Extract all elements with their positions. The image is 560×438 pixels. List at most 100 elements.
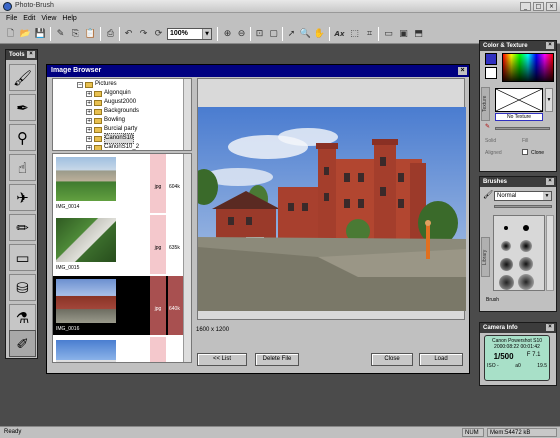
- tree-scrollbar[interactable]: [183, 79, 191, 150]
- clone-checkbox[interactable]: [522, 149, 528, 155]
- expand-icon[interactable]: +: [86, 135, 92, 142]
- zoom-fit-icon[interactable]: ⊡: [253, 28, 266, 40]
- foreground-color-swatch[interactable]: [485, 53, 497, 65]
- eraser-tool-icon[interactable]: ▭: [9, 244, 36, 271]
- zoom-select[interactable]: 100% ▼: [167, 28, 212, 40]
- open-folder-icon[interactable]: 📂: [19, 28, 32, 40]
- option-aligned[interactable]: Aligned: [485, 150, 502, 156]
- layer-icon[interactable]: ▣: [397, 28, 410, 40]
- brush-tool-icon[interactable]: 🖌: [9, 64, 36, 91]
- tools-panel-title: Tools ×: [6, 50, 37, 60]
- brush-preset[interactable]: [498, 220, 514, 236]
- tree-item-bowling[interactable]: + Bowling: [86, 116, 125, 125]
- chevron-down-icon[interactable]: ▼: [545, 88, 553, 112]
- brush-preset[interactable]: [498, 256, 514, 272]
- expand-icon[interactable]: +: [86, 90, 92, 97]
- pen-tool-icon[interactable]: ✒: [9, 94, 36, 121]
- menu-view[interactable]: View: [41, 13, 56, 24]
- tree-item-pictures[interactable]: − Pictures: [77, 80, 117, 89]
- tree-item-canons10-2[interactable]: + CanonS10_2: [86, 143, 139, 150]
- brush-library-scrollbar[interactable]: [546, 215, 554, 291]
- magnifier-icon[interactable]: 🔍: [299, 28, 312, 40]
- minimize-button[interactable]: _: [520, 2, 531, 11]
- refresh-icon[interactable]: ⟳: [152, 28, 165, 40]
- paste-icon[interactable]: 📋: [84, 28, 97, 40]
- background-color-swatch[interactable]: [485, 67, 497, 79]
- chevron-down-icon[interactable]: ▼: [543, 192, 551, 200]
- expand-icon[interactable]: +: [86, 144, 92, 150]
- bucket-tool-icon[interactable]: ⛁: [9, 274, 36, 301]
- print-icon[interactable]: ⎙: [104, 28, 117, 40]
- brush-preset[interactable]: [518, 274, 534, 290]
- brush-preset[interactable]: [498, 274, 514, 290]
- pencil-tool-icon[interactable]: ✐: [9, 330, 36, 357]
- menu-bar: File Edit View Help: [0, 13, 560, 24]
- save-icon[interactable]: 💾: [34, 28, 47, 40]
- thumbnail-item[interactable]: jpg 436k: [53, 337, 185, 362]
- marquee-select-icon[interactable]: ⬚: [348, 28, 361, 40]
- expand-icon[interactable]: +: [86, 117, 92, 124]
- color-spectrum-picker[interactable]: [502, 53, 554, 82]
- frame-icon[interactable]: ⬒: [412, 28, 425, 40]
- chevron-down-icon[interactable]: ▼: [202, 29, 211, 39]
- new-file-icon[interactable]: 🗋: [4, 28, 17, 40]
- zoom-in-icon[interactable]: ⊕: [221, 28, 234, 40]
- close-icon[interactable]: ×: [546, 42, 554, 49]
- crop-icon[interactable]: ⌗: [363, 28, 376, 40]
- close-icon[interactable]: ×: [546, 324, 554, 331]
- list-button[interactable]: << List: [197, 353, 247, 366]
- edit-icon[interactable]: ✎: [54, 28, 67, 40]
- brush-size-slider[interactable]: [494, 205, 552, 208]
- copy-icon[interactable]: ⎘: [69, 28, 82, 40]
- tab-texture[interactable]: Texture: [481, 87, 490, 121]
- maximize-button[interactable]: □: [533, 2, 544, 11]
- close-icon[interactable]: ×: [458, 67, 467, 75]
- tree-item-algonquin[interactable]: + Algonquin: [86, 89, 131, 98]
- thumbnail-scrollbar[interactable]: [183, 154, 191, 362]
- airbrush-tool-icon[interactable]: ✈: [9, 184, 36, 211]
- texture-preview[interactable]: [495, 88, 543, 112]
- stamp-tool-icon[interactable]: ⚲: [9, 124, 36, 151]
- expand-icon[interactable]: +: [86, 108, 92, 115]
- brush-preset[interactable]: [498, 238, 514, 254]
- menu-edit[interactable]: Edit: [23, 13, 35, 24]
- expand-icon[interactable]: +: [86, 99, 92, 106]
- crayon-tool-icon[interactable]: ✏: [9, 214, 36, 241]
- undo-icon[interactable]: ↶: [122, 28, 135, 40]
- tab-library[interactable]: Library: [481, 237, 490, 277]
- close-icon[interactable]: ×: [27, 51, 35, 58]
- tree-item-august2000[interactable]: + August2000: [86, 98, 136, 107]
- text-icon[interactable]: Ax: [333, 28, 346, 40]
- load-button[interactable]: Load: [419, 353, 463, 366]
- close-button[interactable]: Close: [371, 353, 413, 366]
- blend-mode-select[interactable]: Normal ▼: [494, 191, 552, 201]
- zoom-out-icon[interactable]: ⊖: [235, 28, 248, 40]
- tree-item-canons10[interactable]: + CanonS10: [86, 133, 135, 144]
- smudge-tool-icon[interactable]: ☝: [9, 154, 36, 181]
- collapse-icon[interactable]: −: [77, 81, 83, 88]
- close-window-button[interactable]: ×: [546, 2, 557, 11]
- pointer-icon[interactable]: ➚: [285, 28, 298, 40]
- menu-file[interactable]: File: [6, 13, 17, 24]
- thumbnail-image: [56, 157, 116, 201]
- menu-help[interactable]: Help: [62, 13, 76, 24]
- redo-icon[interactable]: ↷: [137, 28, 150, 40]
- brush-preset[interactable]: [518, 220, 534, 236]
- hand-icon[interactable]: ✋: [313, 28, 326, 40]
- dropper-tool-icon[interactable]: ⚗: [9, 304, 36, 331]
- thumbnail-image: [56, 218, 116, 262]
- thumbnail-item-selected[interactable]: IMG_0016 jpg 640k: [53, 276, 185, 335]
- zoom-actual-icon[interactable]: ▢: [267, 28, 280, 40]
- close-icon[interactable]: ×: [546, 178, 554, 185]
- thumbnail-item[interactable]: IMG_0014 jpg 604k: [53, 154, 185, 213]
- rotate-icon[interactable]: ▭: [382, 28, 395, 40]
- option-fill[interactable]: Fill: [522, 138, 528, 144]
- expand-icon[interactable]: +: [86, 126, 92, 133]
- option-solid[interactable]: Solid: [485, 138, 496, 144]
- tree-item-backgrounds[interactable]: + Backgrounds: [86, 107, 139, 116]
- brush-preset[interactable]: [518, 238, 534, 254]
- texture-slider[interactable]: [495, 127, 550, 130]
- thumbnail-item[interactable]: IMG_0015 jpg 635k: [53, 215, 185, 274]
- delete-file-button[interactable]: Delete File: [255, 353, 299, 366]
- brush-preset[interactable]: [518, 256, 534, 272]
